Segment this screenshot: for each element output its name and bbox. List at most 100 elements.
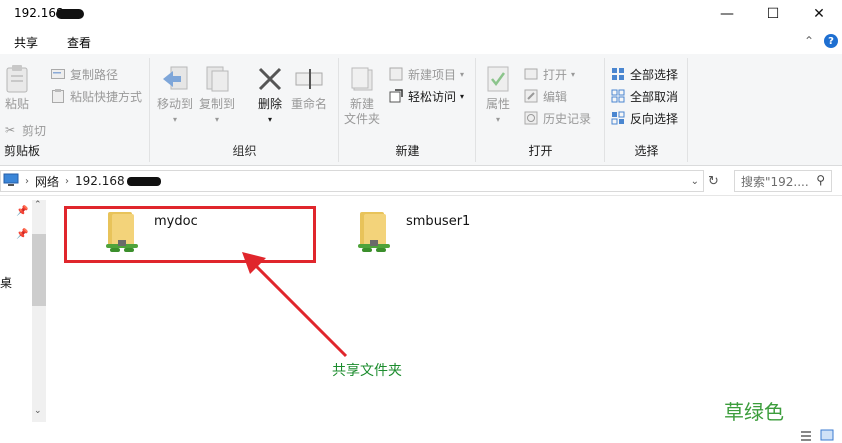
navigation-pane: 📌 📌 桌 ⌃ ⌄ bbox=[0, 196, 48, 430]
breadcrumb-separator-icon: › bbox=[25, 175, 29, 187]
address-row: › 网络 › 192.168 ⌄ ↻ 搜索"192.... ⚲ bbox=[0, 166, 842, 196]
new-folder-label-1: 新建 bbox=[350, 97, 375, 111]
clipboard-icon bbox=[2, 64, 32, 94]
watermark-text: 草绿色 bbox=[724, 400, 784, 424]
pin-icon[interactable]: 📌 bbox=[16, 229, 28, 240]
history-button[interactable]: 历史记录 bbox=[523, 108, 591, 128]
organize-group-label: 组织 bbox=[232, 144, 257, 158]
address-bar[interactable]: › 网络 › 192.168 ⌄ bbox=[0, 170, 704, 192]
paste-shortcut-label: 粘贴快捷方式 bbox=[70, 89, 143, 104]
history-icon bbox=[523, 110, 539, 126]
large-icons-view-icon[interactable] bbox=[820, 429, 834, 443]
paste-button[interactable]: 粘贴 bbox=[2, 64, 32, 112]
rename-label: 重命名 bbox=[291, 97, 328, 111]
edit-button[interactable]: 编辑 bbox=[523, 86, 567, 106]
easy-access-button[interactable]: 轻松访问 ▾ bbox=[388, 86, 464, 106]
close-button[interactable]: ✕ bbox=[796, 0, 842, 28]
tab-view[interactable]: 查看 bbox=[67, 34, 91, 51]
paste-shortcut-icon bbox=[50, 88, 66, 104]
organize-group: 移动到 ▾ 复制到 ▾ 删除 ▾ 重命名 组织 bbox=[151, 58, 339, 162]
delete-x-icon bbox=[255, 64, 285, 94]
nav-item-label[interactable]: 桌 bbox=[0, 274, 12, 291]
new-group: 新建 文件夹 新建项目 ▾ 轻松访问 ▾ 新建 bbox=[340, 58, 476, 162]
properties-label: 属性 bbox=[485, 97, 510, 111]
invert-selection-label: 反向选择 bbox=[630, 111, 679, 126]
tab-share[interactable]: 共享 bbox=[14, 34, 38, 51]
clipboard-group-label: 剪贴板 bbox=[4, 144, 41, 158]
easy-access-icon bbox=[388, 88, 404, 104]
paste-label: 粘贴 bbox=[4, 97, 29, 111]
delete-button[interactable]: 删除 ▾ bbox=[255, 64, 285, 127]
help-icon[interactable]: ? bbox=[824, 34, 838, 48]
open-icon bbox=[523, 66, 539, 82]
move-to-icon bbox=[160, 64, 190, 94]
delete-label: 删除 bbox=[257, 97, 282, 111]
open-label: 打开 bbox=[543, 67, 568, 82]
copy-path-icon bbox=[50, 66, 66, 82]
select-all-button[interactable]: 全部选择 bbox=[610, 64, 678, 84]
minimize-button[interactable]: — bbox=[704, 0, 750, 28]
copy-to-label: 复制到 bbox=[199, 97, 236, 111]
copy-path-button[interactable]: 复制路径 bbox=[50, 64, 118, 84]
cut-button[interactable]: ✂ 剪切 bbox=[2, 120, 46, 140]
breadcrumb-network[interactable]: 网络 bbox=[35, 173, 59, 190]
annotation-arrow bbox=[242, 252, 348, 358]
new-folder-icon bbox=[347, 64, 377, 94]
select-all-label: 全部选择 bbox=[630, 67, 679, 82]
minimize-icon: — bbox=[720, 6, 734, 22]
new-group-label: 新建 bbox=[395, 144, 420, 158]
select-all-icon bbox=[610, 66, 626, 82]
new-folder-button[interactable]: 新建 文件夹 bbox=[344, 64, 380, 127]
ribbon: 粘贴 ✂ 剪切 复制路径 粘贴快捷方式 剪贴板 移动到 ▾ 复制到 ▾ 删除 ▾… bbox=[0, 54, 842, 166]
clipboard-group: 粘贴 ✂ 剪切 复制路径 粘贴快捷方式 剪贴板 bbox=[0, 58, 150, 162]
breadcrumb-ip[interactable]: 192.168 bbox=[75, 174, 125, 188]
close-icon: ✕ bbox=[813, 6, 825, 22]
select-group: 全部选择 全部取消 反向选择 选择 bbox=[606, 58, 688, 162]
properties-button[interactable]: 属性 ▾ bbox=[483, 64, 513, 127]
rename-button[interactable]: 重命名 bbox=[291, 64, 327, 112]
open-button[interactable]: 打开 ▾ bbox=[523, 64, 575, 84]
open-group-label: 打开 bbox=[528, 144, 553, 158]
pin-icon[interactable]: 📌 bbox=[16, 206, 28, 217]
paste-shortcut-button[interactable]: 粘贴快捷方式 bbox=[50, 86, 142, 106]
edit-label: 编辑 bbox=[543, 89, 568, 104]
refresh-icon[interactable]: ↻ bbox=[708, 174, 719, 189]
computer-icon bbox=[3, 173, 19, 190]
details-view-icon[interactable] bbox=[800, 429, 812, 443]
move-to-button[interactable]: 移动到 ▾ bbox=[157, 64, 193, 127]
new-item-label: 新建项目 bbox=[408, 67, 457, 82]
breadcrumb-separator-icon: › bbox=[65, 175, 70, 187]
rename-icon bbox=[294, 64, 324, 94]
select-none-icon bbox=[610, 88, 626, 104]
new-folder-label-2: 文件夹 bbox=[344, 112, 381, 126]
maximize-button[interactable]: ☐ bbox=[750, 0, 796, 28]
maximize-icon: ☐ bbox=[766, 6, 780, 22]
cut-label: 剪切 bbox=[22, 123, 47, 138]
title-bar: 192.168. — ☐ ✕ bbox=[0, 0, 842, 28]
search-input[interactable]: 搜索"192.... ⚲ bbox=[734, 170, 832, 192]
search-placeholder: 搜索"192.... bbox=[741, 174, 809, 189]
address-dropdown-icon[interactable]: ⌄ bbox=[691, 176, 699, 187]
edit-icon bbox=[523, 88, 539, 104]
new-item-button[interactable]: 新建项目 ▾ bbox=[388, 64, 464, 84]
copy-to-icon bbox=[202, 64, 232, 94]
scissors-icon: ✂ bbox=[4, 123, 16, 137]
ribbon-tabs: 共享 查看 ⌃ ? bbox=[0, 28, 842, 54]
item-name: smbuser1 bbox=[406, 214, 471, 229]
scroll-up-icon[interactable]: ⌃ bbox=[34, 200, 42, 210]
copy-to-button[interactable]: 复制到 ▾ bbox=[199, 64, 235, 127]
redaction-mark bbox=[56, 9, 84, 19]
select-group-label: 选择 bbox=[634, 144, 659, 158]
network-folder-icon bbox=[356, 210, 392, 257]
annotation-text: 共享文件夹 bbox=[332, 363, 402, 379]
easy-access-label: 轻松访问 bbox=[408, 89, 457, 104]
nav-scrollbar-thumb[interactable] bbox=[32, 234, 46, 306]
invert-selection-icon bbox=[610, 110, 626, 126]
collapse-ribbon-icon[interactable]: ⌃ bbox=[804, 34, 814, 48]
invert-selection-button[interactable]: 反向选择 bbox=[610, 108, 678, 128]
scroll-down-icon[interactable]: ⌄ bbox=[34, 406, 42, 416]
search-icon: ⚲ bbox=[816, 173, 825, 187]
list-item[interactable]: smbuser1 bbox=[356, 210, 470, 257]
properties-check-icon bbox=[483, 64, 513, 94]
select-none-button[interactable]: 全部取消 bbox=[610, 86, 678, 106]
